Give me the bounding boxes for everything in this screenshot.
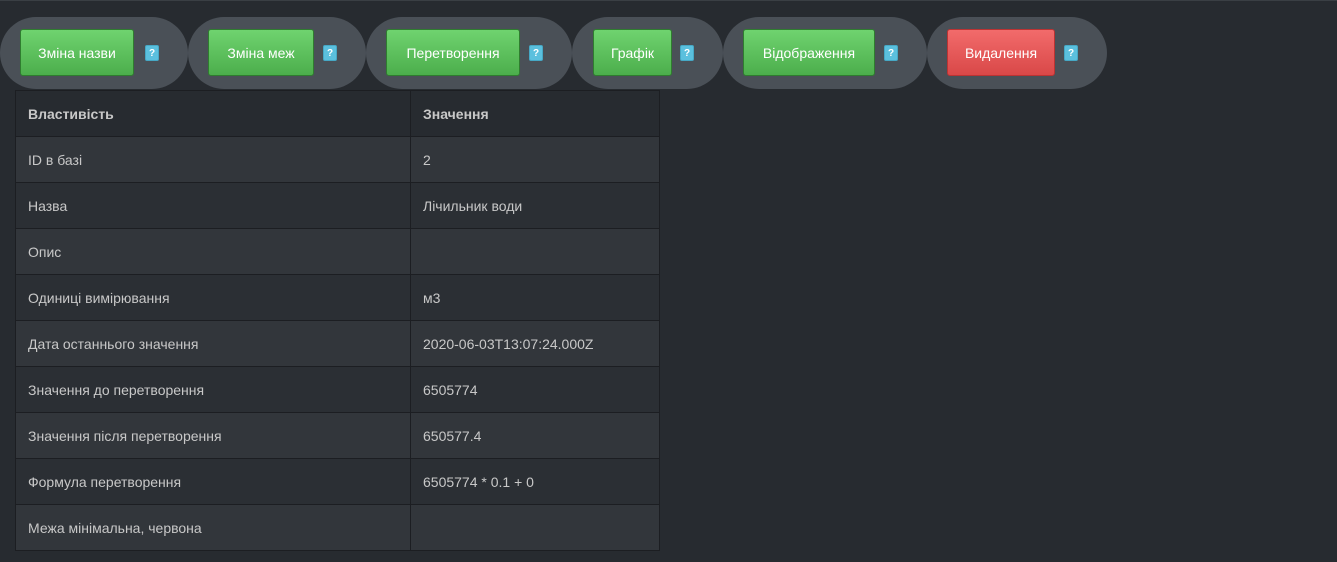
table-header-row: Властивість Значення <box>15 90 660 137</box>
rename-button[interactable]: Зміна назви <box>20 29 134 76</box>
delete-button[interactable]: Видалення <box>947 29 1055 76</box>
value-cell: Лічильник води <box>410 182 660 229</box>
rename-group: Зміна назви ? <box>0 17 188 89</box>
display-group: Відображення ? <box>723 17 927 89</box>
chart-group: Графік ? <box>572 17 723 89</box>
property-cell: Межа мінімальна, червона <box>15 504 411 551</box>
table-row: Назва Лічильник води <box>15 182 660 229</box>
top-border <box>0 0 1337 1</box>
property-cell: Формула перетворення <box>15 458 411 505</box>
delete-help-icon[interactable]: ? <box>1064 45 1078 61</box>
table-row: Формула перетворення 6505774 * 0.1 + 0 <box>15 458 660 505</box>
value-cell <box>410 228 660 275</box>
property-cell: Значення після перетворення <box>15 412 411 459</box>
table-row: Значення до перетворення 6505774 <box>15 366 660 413</box>
display-button[interactable]: Відображення <box>743 29 875 76</box>
column-header-property: Властивість <box>15 90 411 137</box>
property-cell: Одиниці вимірювання <box>15 274 411 321</box>
properties-table: Властивість Значення ID в базі 2 Назва Л… <box>15 90 660 551</box>
property-cell: Опис <box>15 228 411 275</box>
value-cell <box>410 504 660 551</box>
delete-group: Видалення ? <box>927 17 1107 89</box>
display-help-icon[interactable]: ? <box>884 45 898 61</box>
table-row: Дата останнього значення 2020-06-03T13:0… <box>15 320 660 367</box>
table-row: Опис <box>15 228 660 275</box>
property-cell: Назва <box>15 182 411 229</box>
transform-button[interactable]: Перетворення <box>386 29 520 76</box>
value-cell: 650577.4 <box>410 412 660 459</box>
property-cell: Значення до перетворення <box>15 366 411 413</box>
chart-button[interactable]: Графік <box>593 29 672 76</box>
limits-group: Зміна меж ? <box>188 17 366 89</box>
table-row: ID в базі 2 <box>15 136 660 183</box>
table-row: Одиниці вимірювання м3 <box>15 274 660 321</box>
value-cell: 6505774 <box>410 366 660 413</box>
limits-button[interactable]: Зміна меж <box>208 29 314 76</box>
transform-group: Перетворення ? <box>366 17 572 89</box>
rename-help-icon[interactable]: ? <box>145 45 159 61</box>
chart-help-icon[interactable]: ? <box>680 45 694 61</box>
value-cell: 2 <box>410 136 660 183</box>
property-cell: ID в базі <box>15 136 411 183</box>
column-header-value: Значення <box>410 90 660 137</box>
table-row: Значення після перетворення 650577.4 <box>15 412 660 459</box>
value-cell: 2020-06-03T13:07:24.000Z <box>410 320 660 367</box>
property-cell: Дата останнього значення <box>15 320 411 367</box>
properties-table-container: Властивість Значення ID в базі 2 Назва Л… <box>15 90 660 551</box>
transform-help-icon[interactable]: ? <box>529 45 543 61</box>
action-toolbar: Зміна назви ? Зміна меж ? Перетворення ?… <box>0 17 1337 89</box>
limits-help-icon[interactable]: ? <box>323 45 337 61</box>
value-cell: 6505774 * 0.1 + 0 <box>410 458 660 505</box>
table-row: Межа мінімальна, червона <box>15 504 660 551</box>
value-cell: м3 <box>410 274 660 321</box>
